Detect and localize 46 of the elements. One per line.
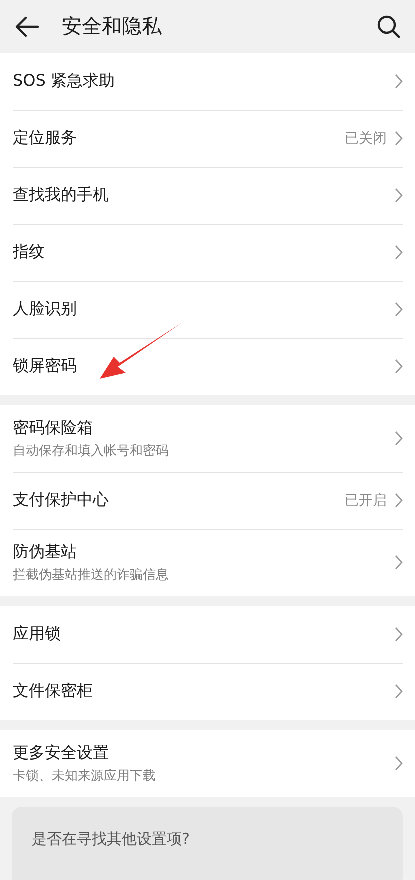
chevron-icon — [395, 431, 403, 446]
settings-row[interactable]: 定位服务 已关闭 — [0, 110, 415, 167]
settings-row[interactable]: 人脸识别 — [0, 281, 415, 338]
row-subtitle: 卡锁、未知来源应用下载 — [13, 768, 157, 784]
settings-row[interactable]: 更多安全设置 卡锁、未知来源应用下载 — [0, 730, 415, 797]
chevron-icon — [395, 74, 403, 89]
settings-row[interactable]: 防伪基站 拦截伪基站推送的诈骗信息 — [0, 529, 415, 596]
row-value: 已关闭 — [345, 130, 387, 148]
row-title: 更多安全设置 — [13, 742, 110, 764]
row-title: 人脸识别 — [13, 299, 78, 320]
chevron-icon — [395, 493, 403, 508]
chevron-icon — [395, 245, 403, 260]
settings-row[interactable]: SOS 紧急求助 — [0, 53, 415, 110]
settings-row[interactable]: 文件保密柜 — [0, 663, 415, 720]
row-title: 查找我的手机 — [13, 185, 110, 206]
row-title: 文件保密柜 — [13, 681, 94, 702]
chevron-icon — [395, 188, 403, 203]
page-title: 安全和隐私 — [62, 13, 163, 40]
chevron-icon — [395, 302, 403, 317]
row-title: 锁屏密码 — [13, 356, 78, 377]
suggestion-card[interactable]: 是否在寻找其他设置项? — [12, 807, 403, 880]
chevron-icon — [395, 131, 403, 146]
chevron-icon — [395, 684, 403, 699]
settings-row[interactable]: 密码保险箱 自动保存和填入帐号和密码 — [0, 405, 415, 472]
back-icon[interactable] — [14, 16, 40, 38]
row-subtitle: 自动保存和填入帐号和密码 — [13, 442, 170, 460]
search-icon[interactable] — [377, 14, 401, 38]
row-value: 已开启 — [345, 492, 387, 510]
row-subtitle: 拦截伪基站推送的诈骗信息 — [13, 566, 170, 584]
settings-row[interactable]: 锁屏密码 — [0, 338, 415, 395]
chevron-icon — [395, 555, 403, 570]
chevron-icon — [395, 756, 403, 771]
row-title: 指纹 — [13, 242, 46, 263]
settings-row[interactable]: 应用锁 — [0, 606, 415, 663]
settings-row[interactable]: 支付保护中心 已开启 — [0, 472, 415, 529]
row-title: 定位服务 — [13, 128, 78, 149]
suggestion-text: 是否在寻找其他设置项? — [32, 830, 190, 848]
chevron-icon — [395, 359, 403, 374]
row-title: SOS 紧急求助 — [13, 71, 116, 92]
chevron-icon — [395, 627, 403, 642]
row-title: 支付保护中心 — [13, 490, 110, 511]
row-title: 防伪基站 — [13, 542, 78, 562]
row-title: 密码保险箱 — [13, 418, 94, 438]
row-title: 应用锁 — [13, 624, 62, 645]
settings-row[interactable]: 查找我的手机 — [0, 167, 415, 224]
settings-row[interactable]: 指纹 — [0, 224, 415, 281]
